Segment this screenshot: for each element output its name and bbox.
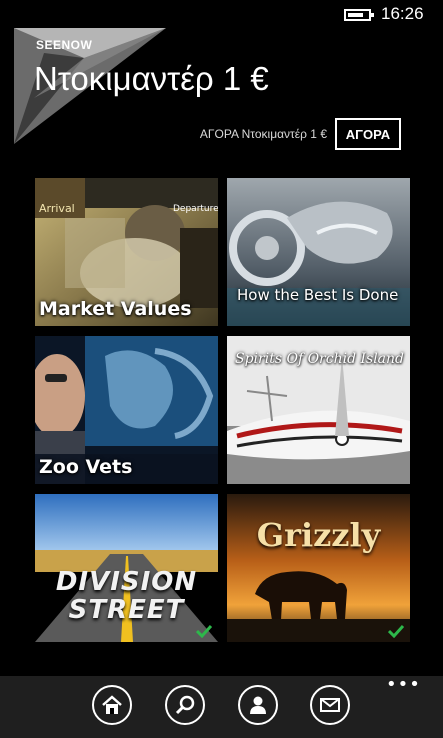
tile-sub-right: Departure [173, 204, 218, 214]
more-options-button[interactable]: ••• [386, 676, 421, 694]
watched-check-icon [196, 624, 212, 638]
app-bar [0, 676, 443, 738]
watched-check-icon [388, 624, 404, 638]
search-button[interactable] [165, 685, 205, 725]
profile-icon [250, 696, 266, 714]
status-time: 16:26 [381, 4, 424, 23]
purchase-description: ΑΓΟΡΑ Ντοκιμαντέρ 1 € [199, 127, 327, 141]
tile-label: DIVISION STREET [55, 567, 198, 625]
tile-label: Spirits Of Orchid Island [235, 351, 405, 367]
brand-name: SEENOW [36, 38, 93, 52]
tile-sub-left: Arrival [39, 202, 75, 215]
home-icon [102, 695, 122, 714]
tile-label: Grizzly [256, 516, 381, 554]
buy-button[interactable]: ΑΓΟΡΑ [335, 118, 401, 150]
tile-label: How the Best Is Done [237, 286, 399, 304]
search-icon [175, 695, 195, 715]
tile-how-the-best-is-done[interactable]: How the Best Is Done [227, 178, 410, 326]
mail-button[interactable] [310, 685, 350, 725]
mail-icon [320, 698, 340, 712]
tile-grizzly[interactable]: Grizzly [227, 494, 410, 642]
tile-zoo-vets[interactable]: Zoo Vets [35, 336, 218, 484]
home-button[interactable] [92, 685, 132, 725]
battery-icon [344, 9, 374, 21]
profile-button[interactable] [238, 685, 278, 725]
tile-market-values[interactable]: Arrival Departure Market Values [35, 178, 218, 326]
tile-spirits-of-orchid-island[interactable]: Spirits Of Orchid Island [227, 336, 410, 484]
tile-label: Zoo Vets [39, 456, 133, 478]
tile-label: Market Values [39, 298, 192, 320]
status-bar: 16:26 [0, 0, 443, 28]
tile-division-street[interactable]: DIVISION STREET [35, 494, 218, 642]
page-title: Ντοκιμαντέρ 1 € [34, 60, 269, 97]
